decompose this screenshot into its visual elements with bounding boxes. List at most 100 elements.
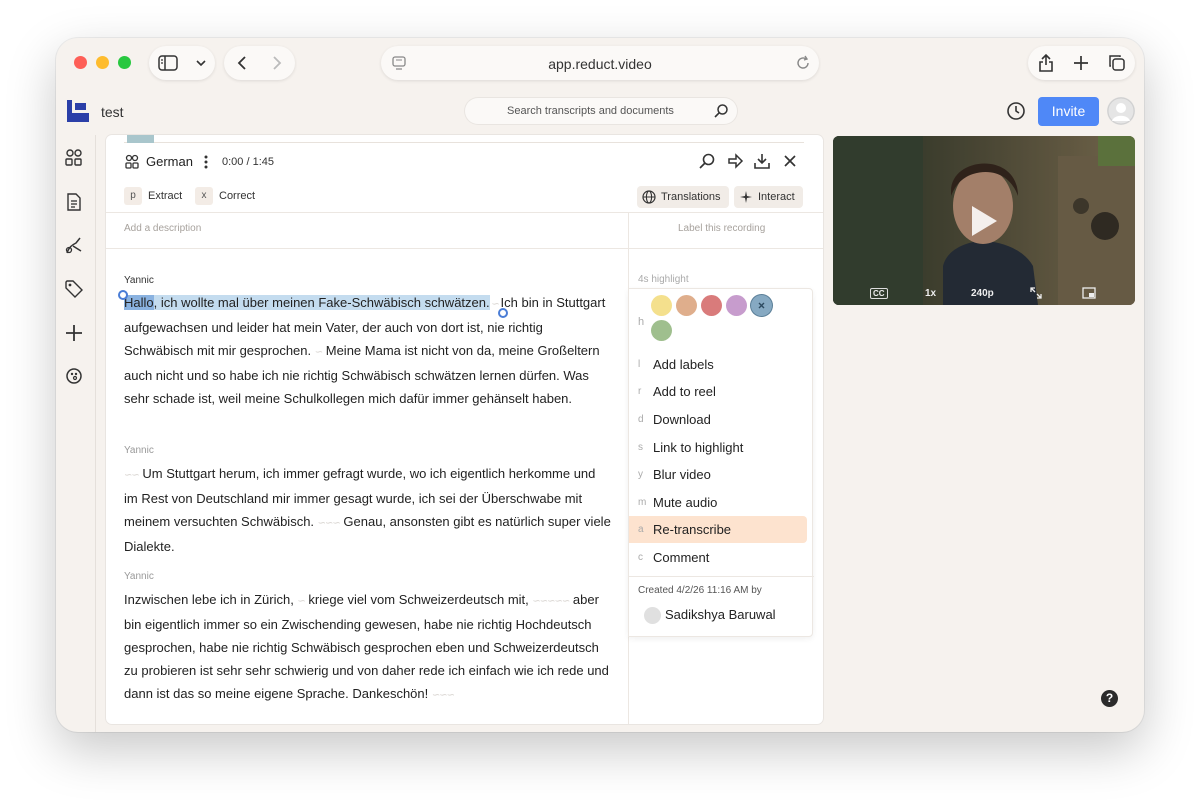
- find-icon[interactable]: [698, 152, 716, 170]
- highlight-menu: h l Add labels r Add to reel d Download s Li…: [628, 288, 814, 637]
- transcript-text[interactable]: aber bin eigentlich immer so ein Zwische…: [124, 592, 609, 701]
- people-icon[interactable]: [64, 147, 84, 167]
- playback-speed-button[interactable]: 1x: [925, 288, 936, 299]
- menu-item-link-to-highlight[interactable]: s Link to highlight: [629, 434, 807, 461]
- project-title[interactable]: test: [101, 104, 124, 120]
- menu-item-download[interactable]: d Download: [629, 406, 807, 433]
- search-input[interactable]: Search transcripts and documents: [465, 98, 737, 124]
- menu-item-label: Add to reel: [653, 384, 716, 399]
- playback-time: 0:00 / 1:45: [222, 156, 274, 168]
- speakers-icon[interactable]: [124, 153, 140, 174]
- reduct-logo[interactable]: [67, 100, 89, 122]
- share-icon[interactable]: [1038, 53, 1054, 73]
- add-icon[interactable]: [64, 323, 84, 343]
- translations-label: Translations: [661, 191, 721, 203]
- transcript-text[interactable]: Inzwischen lebe ich in Zürich,: [124, 592, 297, 607]
- shortcut-key: y: [638, 469, 643, 480]
- sidebar-icon[interactable]: [157, 55, 178, 71]
- fullscreen-icon[interactable]: [1030, 287, 1042, 299]
- color-swatch-green[interactable]: [651, 320, 672, 341]
- translations-button[interactable]: Translations: [637, 186, 729, 208]
- selection-start-handle[interactable]: [118, 290, 128, 300]
- extract-shortcut-key: p: [124, 187, 142, 205]
- invite-button[interactable]: Invite: [1038, 97, 1099, 126]
- color-swatch-blue-selected[interactable]: [751, 295, 772, 316]
- more-options-icon[interactable]: [203, 154, 209, 175]
- speaker-label[interactable]: Yannic: [124, 275, 154, 286]
- menu-item-add-labels[interactable]: l Add labels: [629, 351, 807, 378]
- tabs-overview-icon[interactable]: [1108, 54, 1126, 72]
- shortcut-key: a: [638, 524, 644, 535]
- share-forward-icon[interactable]: [726, 152, 744, 170]
- transcript-paragraph[interactable]: Hallo, ich wollte mal über meinen Fake-S…: [124, 291, 612, 410]
- selection-end-handle[interactable]: [498, 308, 508, 318]
- tag-icon[interactable]: [64, 279, 84, 299]
- highlighted-text[interactable]: , ich wollte mal über meinen Fake-Schwäb…: [153, 295, 490, 310]
- editing-tool-icon[interactable]: [64, 235, 84, 255]
- new-tab-icon[interactable]: [1073, 55, 1089, 71]
- shortcut-key: d: [638, 414, 644, 425]
- selected-word[interactable]: Hallo: [124, 295, 154, 310]
- maximize-window-button[interactable]: [118, 56, 131, 69]
- minimize-window-button[interactable]: [96, 56, 109, 69]
- transcript-paragraph[interactable]: Inzwischen lebe ich in Zürich, ∽ kriege …: [124, 588, 612, 707]
- menu-item-re-transcribe[interactable]: a Re-transcribe: [629, 516, 807, 543]
- transcript-paragraph[interactable]: ∽∽ Um Stuttgart herum, ich immer gefragt…: [124, 462, 612, 558]
- interact-button[interactable]: Interact: [734, 186, 803, 208]
- transcript-text[interactable]: kriege viel vom Schweizerdeutsch mit,: [305, 592, 533, 607]
- color-swatch-red[interactable]: [701, 295, 722, 316]
- pause-marker: ∽∽∽: [431, 690, 455, 701]
- chevron-down-icon[interactable]: [195, 59, 207, 67]
- created-info: Created 4/2/26 11:16 AM by: [638, 585, 762, 596]
- reload-icon[interactable]: [795, 55, 811, 76]
- color-shortcut-key: h: [638, 316, 645, 328]
- correct-chip[interactable]: x Correct: [195, 187, 255, 205]
- search-placeholder: Search transcripts and documents: [507, 105, 674, 117]
- pause-marker: ∽: [297, 596, 305, 607]
- shortcut-key: s: [638, 442, 643, 453]
- menu-item-label: Link to highlight: [653, 440, 744, 455]
- history-clock-icon[interactable]: [1006, 101, 1026, 126]
- play-icon[interactable]: [969, 204, 999, 238]
- globe-icon: [642, 190, 656, 204]
- shortcut-key: m: [638, 497, 647, 508]
- language-label[interactable]: German: [146, 154, 193, 169]
- color-swatch-orange[interactable]: [676, 295, 697, 316]
- document-icon[interactable]: [64, 192, 84, 212]
- sidebar-toggle-group: [149, 46, 215, 80]
- menu-item-comment[interactable]: c Comment: [629, 544, 807, 571]
- menu-item-label: Download: [653, 412, 711, 427]
- highlight-duration: 4s highlight: [638, 274, 689, 285]
- address-bar[interactable]: app.reduct.video: [381, 46, 819, 80]
- description-field[interactable]: Add a description: [124, 223, 201, 234]
- menu-item-label: Blur video: [653, 467, 711, 482]
- color-swatch-yellow[interactable]: [651, 295, 672, 316]
- back-arrow-icon[interactable]: [236, 55, 248, 71]
- close-window-button[interactable]: [74, 56, 87, 69]
- quality-button[interactable]: 240p: [971, 288, 994, 299]
- browser-actions-group: [1028, 46, 1135, 80]
- close-icon[interactable]: [781, 152, 799, 170]
- speaker-label[interactable]: Yannic: [124, 571, 154, 582]
- timeline-strip[interactable]: [124, 135, 804, 143]
- video-player[interactable]: CC 1x 240p: [833, 136, 1135, 305]
- picture-in-picture-icon[interactable]: [1082, 287, 1096, 299]
- color-swatch-purple[interactable]: [726, 295, 747, 316]
- menu-item-label: Mute audio: [653, 495, 718, 510]
- menu-item-blur-video[interactable]: y Blur video: [629, 461, 807, 488]
- user-avatar[interactable]: [1107, 97, 1135, 125]
- correct-label: Correct: [219, 190, 256, 202]
- search-icon[interactable]: [713, 103, 729, 124]
- speaker-label[interactable]: Yannic: [124, 445, 154, 456]
- menu-item-add-to-reel[interactable]: r Add to reel: [629, 378, 807, 405]
- pause-marker: ∽∽∽∽∽: [532, 596, 570, 607]
- extract-chip[interactable]: p Extract: [124, 187, 182, 205]
- forward-arrow-icon[interactable]: [271, 55, 283, 71]
- menu-item-mute-audio[interactable]: m Mute audio: [629, 489, 807, 516]
- captions-button[interactable]: CC: [870, 288, 888, 299]
- download-icon[interactable]: [753, 152, 771, 170]
- label-recording-field[interactable]: Label this recording: [678, 223, 765, 234]
- help-button[interactable]: ?: [1101, 690, 1118, 707]
- palette-icon[interactable]: [64, 366, 84, 386]
- menu-item-label: Add labels: [653, 357, 714, 372]
